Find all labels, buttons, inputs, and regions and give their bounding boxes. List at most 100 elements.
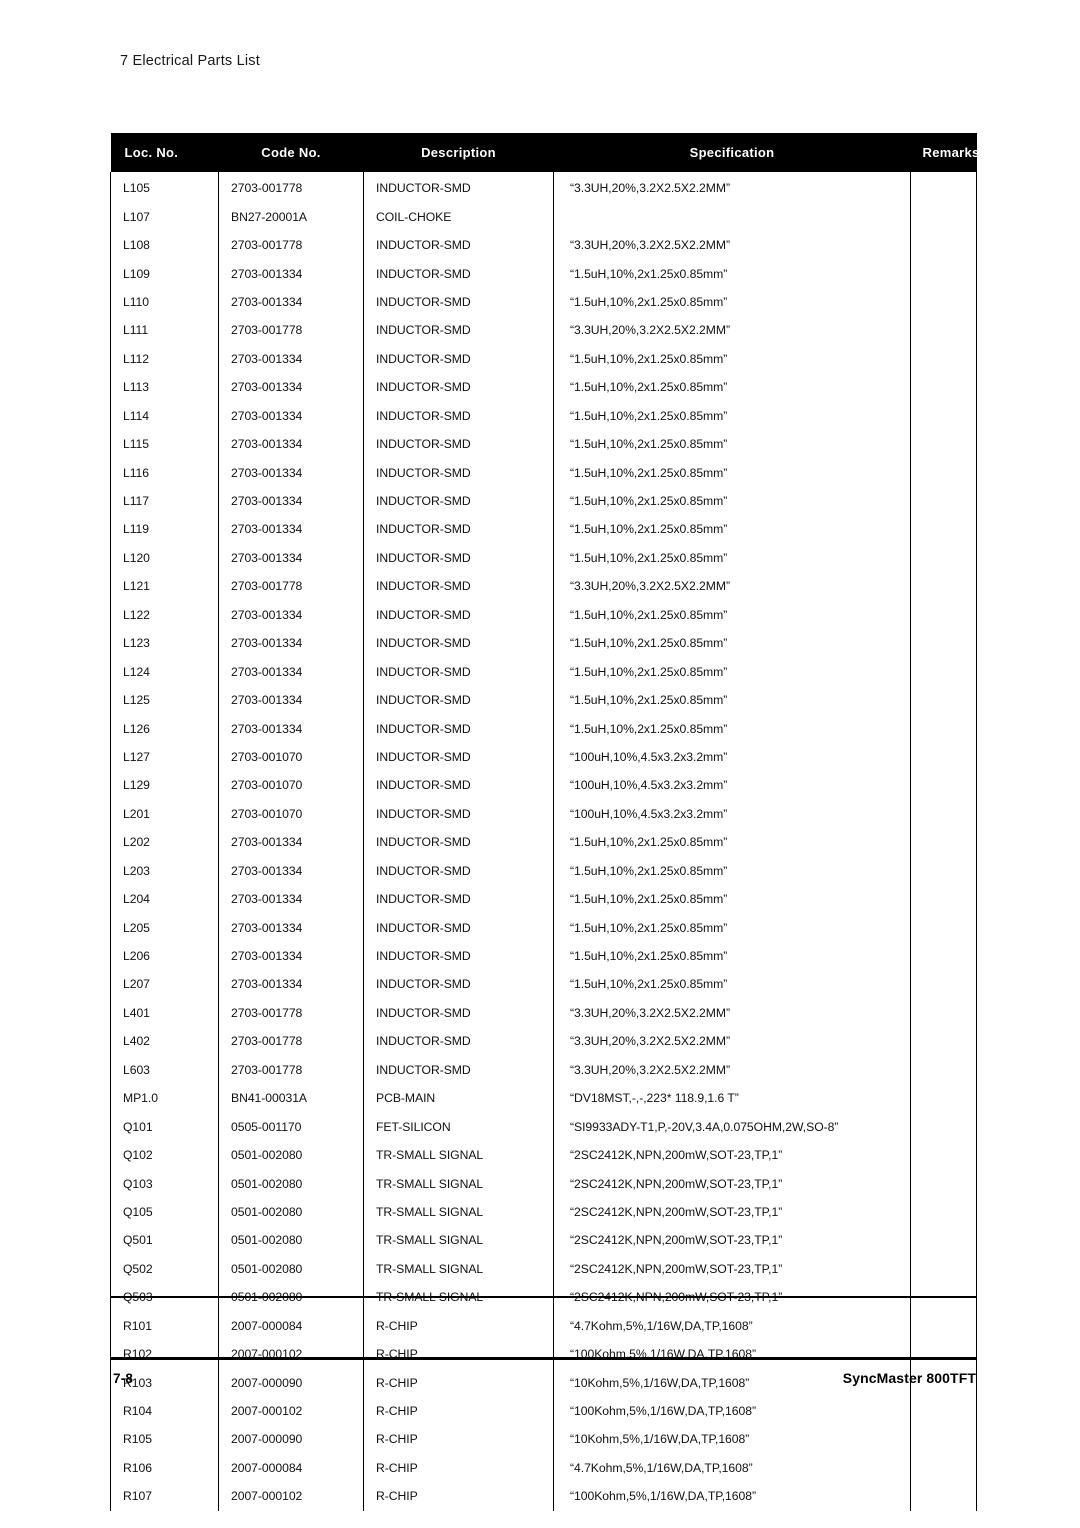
cell-spec: “2SC2412K,NPN,200mW,SOT-23,TP,1”: [553, 1254, 911, 1284]
cell-spec: [553, 202, 911, 231]
cell-rem: [910, 629, 977, 658]
cell-loc: L113: [110, 373, 219, 402]
cell-code: 2007-000084: [218, 1311, 364, 1340]
table-row: R101 2007-000084 R-CHIP “4.7Kohm,5%,1/16W,D…: [110, 1311, 977, 1340]
cell-code: 2703-001334: [218, 600, 364, 629]
cell-rem: [910, 1453, 977, 1483]
cell-loc: Q102: [110, 1140, 219, 1170]
cell-spec: “1.5uH,10%,2x1.25x0.85mm”: [553, 913, 911, 942]
cell-code: 2007-000102: [218, 1482, 364, 1511]
table-row: L202 2703-001334 INDUCTOR-SMD “1.5uH,10%,2x…: [110, 828, 977, 857]
cell-loc: L107: [110, 202, 219, 231]
table-row: L105 2703-001778 INDUCTOR-SMD “3.3UH,20%,3.…: [110, 172, 977, 203]
cell-desc: INDUCTOR-SMD: [363, 401, 554, 430]
cell-rem: [910, 941, 977, 971]
table-row: Q103 0501-002080 TR-SMALL SIGNAL “2SC2412K,…: [110, 1169, 977, 1198]
table-row: Q502 0501-002080 TR-SMALL SIGNAL “2SC2412K,…: [110, 1254, 977, 1284]
cell-loc: R101: [110, 1311, 219, 1340]
cell-spec: “SI9933ADY-T1,P,-20V,3.4A,0.075OHM,2W,SO…: [553, 1112, 911, 1141]
column-header-code-no: Code No.: [218, 133, 364, 172]
cell-code: 2703-001778: [218, 572, 364, 601]
cell-code: 2703-001070: [218, 799, 364, 829]
cell-rem: [910, 1112, 977, 1141]
table-row: L108 2703-001778 INDUCTOR-SMD “3.3UH,20%,3.…: [110, 230, 977, 260]
cell-desc: INDUCTOR-SMD: [363, 742, 554, 772]
footer-divider: [110, 1357, 976, 1361]
cell-desc: INDUCTOR-SMD: [363, 1027, 554, 1056]
cell-loc: R105: [110, 1425, 219, 1454]
cell-loc: L205: [110, 913, 219, 942]
cell-spec: “3.3UH,20%,3.2X2.5X2.2MM”: [553, 172, 911, 203]
table-row: L203 2703-001334 INDUCTOR-SMD “1.5uH,10%,2x…: [110, 856, 977, 885]
cell-rem: [910, 1197, 977, 1227]
cell-desc: INDUCTOR-SMD: [363, 771, 554, 800]
table-row: L116 2703-001334 INDUCTOR-SMD “1.5uH,10%,2x…: [110, 458, 977, 487]
table-row: L125 2703-001334 INDUCTOR-SMD “1.5uH,10%,2x…: [110, 685, 977, 715]
table-row: Q501 0501-002080 TR-SMALL SIGNAL “2SC2412K,…: [110, 1226, 977, 1255]
cell-desc: INDUCTOR-SMD: [363, 998, 554, 1028]
cell-desc: INDUCTOR-SMD: [363, 259, 554, 288]
table-row: L121 2703-001778 INDUCTOR-SMD “3.3UH,20%,3.…: [110, 572, 977, 601]
cell-desc: R-CHIP: [363, 1453, 554, 1483]
table-row: L113 2703-001334 INDUCTOR-SMD “1.5uH,10%,2x…: [110, 373, 977, 402]
cell-spec: “3.3UH,20%,3.2X2.5X2.2MM”: [553, 1027, 911, 1056]
cell-loc: L401: [110, 998, 219, 1028]
cell-desc: INDUCTOR-SMD: [363, 172, 554, 203]
cell-loc: L129: [110, 771, 219, 800]
cell-code: 2703-001334: [218, 515, 364, 544]
cell-rem: [910, 1027, 977, 1056]
table-row: L117 2703-001334 INDUCTOR-SMD “1.5uH,10%,2x…: [110, 486, 977, 516]
column-header-specification: Specification: [553, 133, 911, 172]
table-row: L115 2703-001334 INDUCTOR-SMD “1.5uH,10%,2x…: [110, 429, 977, 459]
cell-desc: INDUCTOR-SMD: [363, 515, 554, 544]
cell-rem: [910, 230, 977, 260]
cell-rem: [910, 401, 977, 430]
cell-loc: Q103: [110, 1169, 219, 1198]
cell-spec: “100Kohm,5%,1/16W,DA,TP,1608”: [553, 1396, 911, 1426]
cell-loc: L119: [110, 515, 219, 544]
cell-rem: [910, 828, 977, 857]
cell-code: 2703-001334: [218, 913, 364, 942]
cell-rem: [910, 1311, 977, 1340]
cell-loc: L114: [110, 401, 219, 430]
table-row: L114 2703-001334 INDUCTOR-SMD “1.5uH,10%,2x…: [110, 401, 977, 430]
cell-desc: INDUCTOR-SMD: [363, 600, 554, 629]
running-head: 7 Electrical Parts List: [120, 53, 260, 69]
cell-desc: TR-SMALL SIGNAL: [363, 1254, 554, 1284]
cell-code: 0501-002080: [218, 1254, 364, 1284]
table-body: L105 2703-001778 INDUCTOR-SMD “3.3UH,20%,3.…: [110, 172, 977, 1511]
column-header-remarks: Remarks: [910, 133, 979, 172]
cell-spec: “1.5uH,10%,2x1.25x0.85mm”: [553, 515, 911, 544]
table-row: R102 2007-000102 R-CHIP “100Kohm,5%,1/16W,D…: [110, 1339, 977, 1369]
table-row: Q101 0505-001170 FET-SILICON “SI9933ADY-T1,…: [110, 1112, 977, 1141]
cell-rem: [910, 429, 977, 459]
cell-rem: [910, 1140, 977, 1170]
cell-loc: L122: [110, 600, 219, 629]
cell-code: 2703-001778: [218, 1027, 364, 1056]
cell-loc: L207: [110, 970, 219, 999]
cell-desc: INDUCTOR-SMD: [363, 828, 554, 857]
cell-rem: [910, 202, 977, 231]
cell-rem: [910, 657, 977, 686]
cell-rem: [910, 714, 977, 743]
cell-code: 2703-001070: [218, 742, 364, 772]
cell-loc: L603: [110, 1055, 219, 1084]
table-row: L129 2703-001070 INDUCTOR-SMD “100uH,10%,4.…: [110, 771, 977, 800]
table-row: L207 2703-001334 INDUCTOR-SMD “1.5uH,10%,2x…: [110, 970, 977, 999]
cell-spec: “3.3UH,20%,3.2X2.5X2.2MM”: [553, 998, 911, 1028]
cell-code: 2703-001778: [218, 316, 364, 345]
cell-rem: [910, 1425, 977, 1454]
cell-desc: INDUCTOR-SMD: [363, 629, 554, 658]
cell-desc: INDUCTOR-SMD: [363, 856, 554, 885]
cell-rem: [910, 1396, 977, 1426]
cell-spec: “100Kohm,5%,1/16W,DA,TP,1608”: [553, 1482, 911, 1511]
cell-rem: [910, 970, 977, 999]
cell-loc: R107: [110, 1482, 219, 1511]
cell-loc: L109: [110, 259, 219, 288]
cell-spec: “1.5uH,10%,2x1.25x0.85mm”: [553, 401, 911, 430]
cell-rem: [910, 515, 977, 544]
cell-desc: INDUCTOR-SMD: [363, 429, 554, 459]
cell-loc: L115: [110, 429, 219, 459]
cell-spec: “1.5uH,10%,2x1.25x0.85mm”: [553, 828, 911, 857]
cell-code: 2703-001334: [218, 828, 364, 857]
